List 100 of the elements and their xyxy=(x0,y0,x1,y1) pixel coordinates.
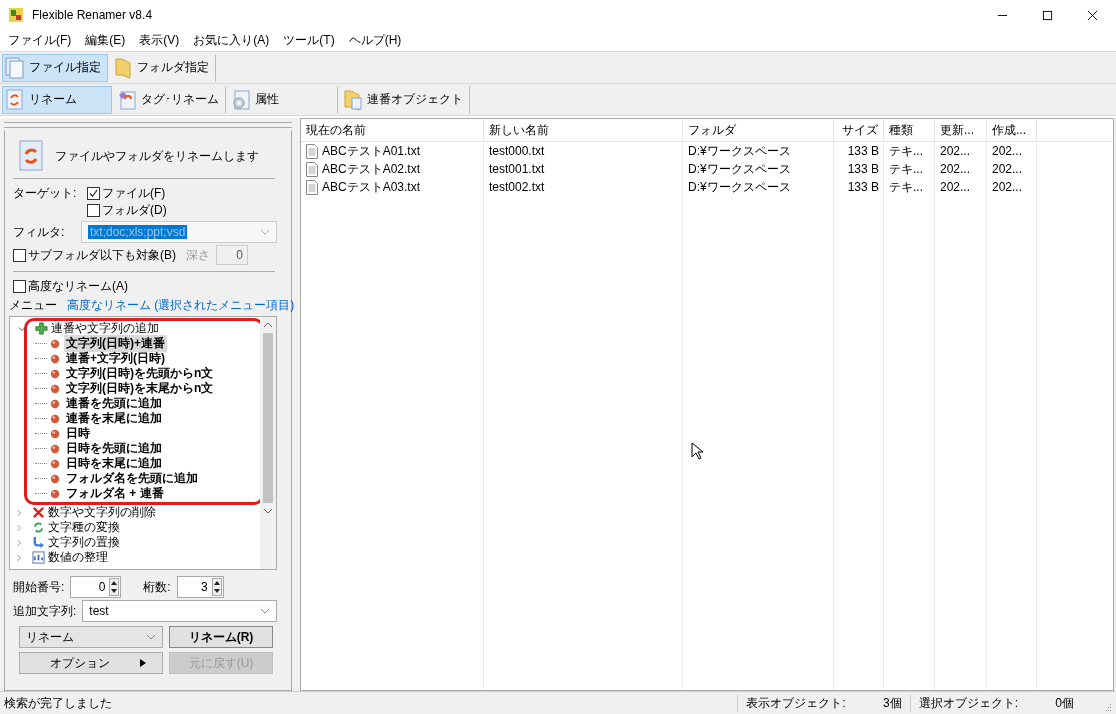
window-title: Flexible Renamer v8.4 xyxy=(32,8,154,22)
append-text-dropdown[interactable]: test xyxy=(82,600,277,622)
table-cell: 133 B xyxy=(847,180,879,194)
status-message: 検索が完了しました xyxy=(3,694,112,712)
tag-document-icon xyxy=(117,88,137,111)
mouse-pointer-icon xyxy=(691,442,703,460)
table-cell: テキ... xyxy=(889,142,923,160)
selected-objects-label: 選択オブジェクト: xyxy=(909,694,1018,712)
tree-item[interactable]: 連番や文字列の追加 xyxy=(51,320,159,337)
table-cell: 202... xyxy=(992,144,1023,158)
refresh-document-icon xyxy=(19,140,45,172)
scroll-thumb[interactable] xyxy=(263,333,273,503)
tree-item[interactable]: 文字列(日時)+連番 xyxy=(64,335,167,352)
table-cell: テキ... xyxy=(889,178,923,196)
bullet-icon xyxy=(50,458,60,469)
target-checkbox[interactable]: フォルダ(D) xyxy=(87,202,167,219)
scroll-up-icon[interactable] xyxy=(263,322,273,328)
refresh-document-icon xyxy=(5,88,25,111)
subfolder-checkbox[interactable]: サブフォルダ以下も対象(B) xyxy=(13,246,176,264)
tree-item[interactable]: 文字列(日時)を先頭からn文 xyxy=(64,365,216,382)
cross-icon xyxy=(32,506,45,519)
spin-arrows-icon[interactable] xyxy=(109,578,120,596)
tree-item[interactable]: 日時を先頭に追加 xyxy=(64,440,164,457)
tree-item[interactable]: 連番を末尾に追加 xyxy=(64,410,164,427)
bullet-icon xyxy=(50,398,60,409)
tree-item[interactable]: フォルダ名 + 連番 xyxy=(64,485,166,502)
menu-item[interactable]: お気に入り(A) xyxy=(193,32,270,49)
advanced-rename-link[interactable]: 高度なリネーム (選択されたメニュー項目) xyxy=(67,297,295,314)
folder-document-icon xyxy=(343,88,363,111)
options-button[interactable]: オプション xyxy=(19,652,163,674)
spin-arrows-icon[interactable] xyxy=(211,578,222,596)
tree-item[interactable]: 文字列の置換 xyxy=(48,534,120,551)
tree-item[interactable]: 日時 xyxy=(64,425,92,442)
collapse-chevron-icon[interactable] xyxy=(18,324,26,333)
tree-item[interactable]: 連番+文字列(日時) xyxy=(64,350,167,367)
chart-icon xyxy=(32,551,45,564)
panel-heading: ファイルやフォルダをリネームします xyxy=(55,147,259,165)
column-header[interactable]: サイズ xyxy=(834,119,884,141)
scroll-down-icon[interactable] xyxy=(263,508,273,514)
depth-field[interactable]: 0 xyxy=(216,245,248,265)
close-icon[interactable] xyxy=(1087,9,1098,21)
menu-item[interactable]: ファイル(F) xyxy=(8,32,72,49)
table-cell: 133 B xyxy=(847,144,879,158)
column-header[interactable]: 更新... xyxy=(935,119,987,141)
target-label: ターゲット: xyxy=(13,185,75,202)
tree-item[interactable]: フォルダ名を先頭に追加 xyxy=(64,470,200,487)
menu-item[interactable]: 表示(V) xyxy=(139,32,180,49)
tree-item[interactable]: 日時を末尾に追加 xyxy=(64,455,164,472)
column-header[interactable]: 作成... xyxy=(987,119,1037,141)
bullet-icon xyxy=(50,428,60,439)
plus-icon xyxy=(35,322,48,335)
menu-item[interactable]: ツール(T) xyxy=(283,32,335,49)
table-cell: ABCテストA03.txt xyxy=(322,178,421,196)
column-header[interactable]: 現在の名前 xyxy=(301,119,484,141)
function-tab[interactable]: タグ･リネーム xyxy=(114,85,226,114)
mode-tab[interactable]: フォルダ指定 xyxy=(110,53,216,82)
tree-item[interactable]: 連番を先頭に追加 xyxy=(64,395,164,412)
target-checkbox[interactable]: ファイル(F) xyxy=(87,185,167,202)
bullet-icon xyxy=(50,353,60,364)
menu-item[interactable]: ヘルプ(H) xyxy=(348,32,402,49)
filter-label: フィルタ: xyxy=(13,223,66,241)
column-header[interactable]: 新しい名前 xyxy=(484,119,683,141)
maximize-icon[interactable] xyxy=(1042,9,1053,21)
tree-item[interactable]: 文字列(日時)を末尾からn文 xyxy=(64,380,216,397)
table-cell: D:¥ワークスペース xyxy=(688,178,791,196)
table-cell: テキ... xyxy=(889,160,923,178)
depth-label: 深さ xyxy=(186,246,210,264)
tree-item[interactable]: 数字や文字列の削除 xyxy=(48,504,156,521)
table-cell: ABCテストA01.txt xyxy=(322,142,421,160)
app-logo-icon xyxy=(8,7,24,23)
selected-objects-count: 0個 xyxy=(1054,694,1075,712)
tree-item[interactable]: 数値の整理 xyxy=(48,549,108,566)
function-tab[interactable]: 連番オブジェクト xyxy=(340,85,470,114)
digits-spinner[interactable]: 3 xyxy=(176,576,224,598)
start-number-label: 開始番号: xyxy=(13,578,65,596)
bullet-icon xyxy=(50,383,60,394)
scrollbar[interactable] xyxy=(260,317,276,569)
text-file-icon xyxy=(306,143,318,159)
table-cell: D:¥ワークスペース xyxy=(688,142,791,160)
column-header[interactable]: フォルダ xyxy=(683,119,834,141)
menu-label: メニュー xyxy=(9,297,57,314)
table-cell: test001.txt xyxy=(489,162,545,176)
rename-button[interactable]: リネーム(R) xyxy=(169,626,273,648)
curved-arrow-icon xyxy=(32,536,45,549)
function-tab[interactable]: 属性 xyxy=(228,85,338,114)
mode-tab[interactable]: ファイル指定 xyxy=(2,53,108,82)
gear-document-icon xyxy=(231,88,251,111)
start-number-spinner[interactable]: 0 xyxy=(70,576,122,598)
advanced-rename-checkbox[interactable]: 高度なリネーム(A) xyxy=(13,278,128,295)
bullet-icon xyxy=(50,338,60,349)
document-icon xyxy=(5,56,25,79)
menu-item[interactable]: 編集(E) xyxy=(85,32,126,49)
shown-objects-count: 3個 xyxy=(881,694,903,712)
tree-item[interactable]: 文字種の変換 xyxy=(48,519,120,536)
triangle-right-icon xyxy=(140,659,146,667)
bullet-icon xyxy=(50,473,60,484)
mode-dropdown[interactable]: リネーム xyxy=(19,626,163,648)
column-header[interactable]: 種類 xyxy=(884,119,935,141)
function-tab[interactable]: リネーム xyxy=(2,85,112,114)
table-cell: 202... xyxy=(940,162,971,176)
